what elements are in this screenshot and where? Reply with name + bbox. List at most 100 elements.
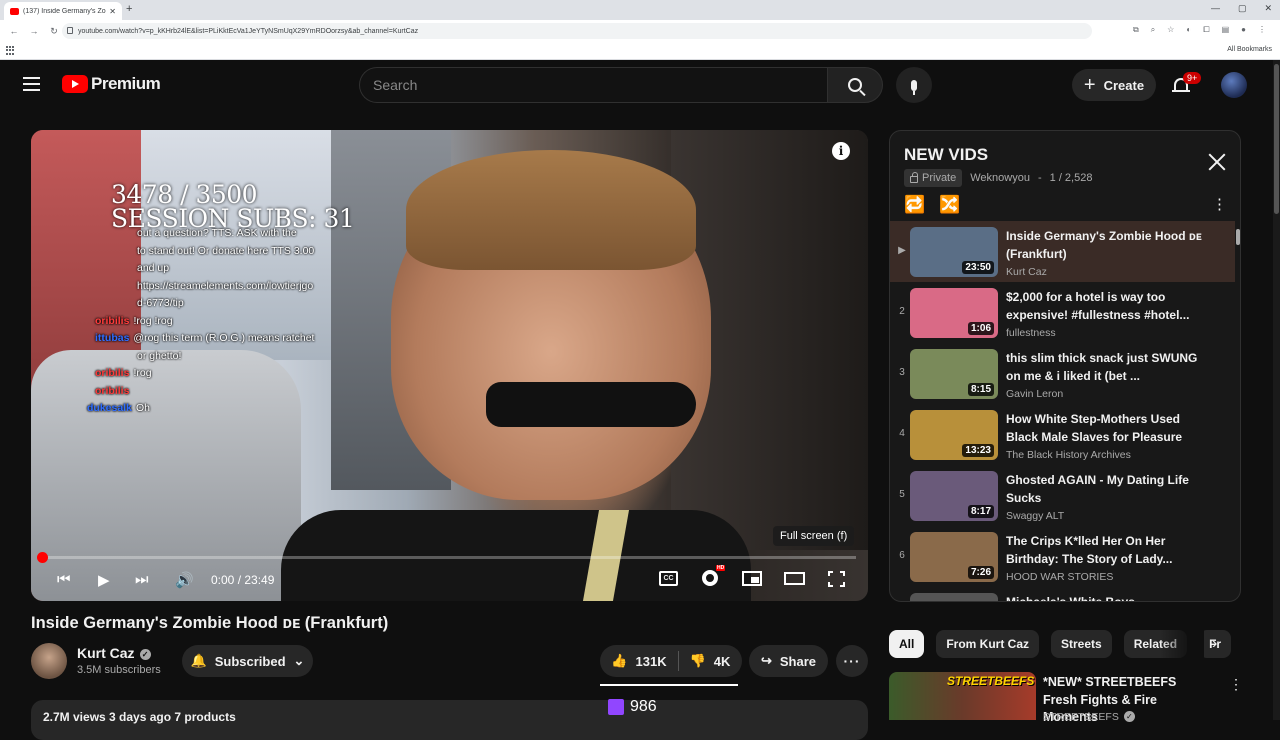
volume-icon[interactable]: 🔊 <box>175 571 194 589</box>
channel-name[interactable]: Kurt Caz ✓ <box>77 645 151 661</box>
playlist-scrollbar[interactable] <box>1235 223 1240 601</box>
bookmark-star-icon[interactable]: ☆ <box>1167 25 1174 35</box>
next-icon[interactable]: ⏭ <box>135 571 149 588</box>
url-field[interactable]: youtube.com/watch?v=p_kKHrb24lE&list=PLi… <box>62 23 1092 39</box>
close-tab-icon[interactable]: ✕ <box>109 7 116 16</box>
progress-scrubber[interactable] <box>37 552 48 563</box>
previous-icon[interactable]: ⏮ <box>57 571 71 588</box>
install-icon[interactable]: ⧉ <box>1133 25 1139 35</box>
playlist-item[interactable]: 4 13:23 How White Step-Mothers Used Black … <box>890 404 1235 465</box>
recommended-channel[interactable]: STREETBEEFS ✓ <box>1043 711 1135 723</box>
twitch-viewer-count: 986 <box>630 698 657 715</box>
chip-streets[interactable]: Streets <box>1051 630 1112 658</box>
back-icon[interactable]: ← <box>8 26 20 36</box>
reload-icon[interactable]: ↻ <box>48 26 60 37</box>
video-title: Inside Germany's Zombie Hood ᴅᴇ (Frankfu… <box>31 614 389 632</box>
bookmarks-bar: All Bookmarks <box>0 42 1280 60</box>
playlist-item-thumbnail[interactable]: 8:15 <box>910 349 998 399</box>
playlist-item-title: Ghosted AGAIN - My Dating Life Sucks <box>1006 473 1189 505</box>
playlist-item-thumbnail[interactable]: 13:23 <box>910 410 998 460</box>
menu-hamburger-icon[interactable] <box>23 77 40 91</box>
playlist-item[interactable]: 2 1:06 $2,000 for a hotel is way too expen… <box>890 282 1235 343</box>
site-info-icon[interactable] <box>67 27 73 34</box>
search-input[interactable] <box>360 68 827 102</box>
playlist-title[interactable]: NEW VIDS <box>904 145 988 165</box>
playlist-item[interactable]: 5 8:17 Ghosted AGAIN - My Dating Life Suck… <box>890 465 1235 526</box>
search-icon <box>848 78 862 92</box>
info-icon[interactable]: i <box>832 142 850 160</box>
dislike-button[interactable]: 👎 4K <box>679 645 741 677</box>
share-button[interactable]: ↪ Share <box>749 645 828 677</box>
browser-tab[interactable]: (137) Inside Germany's Zombi ✕ <box>4 2 122 20</box>
more-actions-button[interactable]: ··· <box>836 645 868 677</box>
account-avatar[interactable] <box>1221 72 1247 98</box>
fullscreen-icon[interactable] <box>828 571 845 587</box>
recommended-thumbnail[interactable]: STREETBEEFS <box>889 672 1036 720</box>
verified-check-icon: ✓ <box>139 649 151 660</box>
puzzle-icon[interactable]: ⧠ <box>1203 25 1209 35</box>
like-ratio-bar <box>600 684 738 686</box>
miniplayer-icon[interactable] <box>742 571 762 586</box>
settings-gear-icon[interactable] <box>702 570 718 586</box>
url-text: youtube.com/watch?v=p_kKHrb24lE&list=PLi… <box>78 27 419 35</box>
like-button[interactable]: 👍 131K <box>600 645 678 677</box>
sidepanel-icon[interactable]: ▤ <box>1222 25 1230 35</box>
channel-avatar[interactable] <box>31 643 67 679</box>
maximize-icon[interactable]: ▢ <box>1238 3 1247 14</box>
shuffle-icon[interactable]: 🔀 <box>939 195 960 215</box>
youtube-premium-logo[interactable]: Premium <box>62 74 161 94</box>
browser-tab-title: (137) Inside Germany's Zombi <box>23 7 106 15</box>
playlist-item-title: this slim thick snack just SWUNG on me &… <box>1006 351 1198 383</box>
apps-grid-icon[interactable] <box>6 46 15 55</box>
extension-icon[interactable]: ◐ <box>1186 25 1191 35</box>
voice-search-button[interactable] <box>896 67 932 103</box>
chip-all[interactable]: All <box>889 630 925 658</box>
playlist-item[interactable]: Michaela's White Boys <box>890 587 1235 601</box>
progress-bar[interactable] <box>43 556 856 559</box>
playlist-item-channel: Kurt Caz <box>1006 266 1047 278</box>
playlist-item-title: The Crips K*lled Her On Her Birthday: Th… <box>1006 534 1173 566</box>
plus-icon: + <box>1083 74 1096 96</box>
playlist-item-thumbnail[interactable]: 8:17 <box>910 471 998 521</box>
minimize-icon[interactable]: — <box>1211 3 1220 14</box>
playlist-item[interactable]: 6 7:26 The Crips K*lled Her On Her Birthda… <box>890 526 1235 587</box>
create-button[interactable]: + Create <box>1072 69 1156 101</box>
stream-sub-counter: 3478 / 3500 SESSION SUBS: 31 <box>111 182 355 231</box>
subscribed-button[interactable]: 🔔 Subscribed ⌄ <box>182 645 313 677</box>
zoom-icon[interactable]: ⌕ <box>1151 25 1155 35</box>
description-box[interactable]: 2.7M views 3 days ago 7 products <box>31 700 868 740</box>
subscribed-label: Subscribed <box>214 653 286 669</box>
playlist-item[interactable]: ▶ 23:50 Inside Germany's Zombie Hood ᴅᴇ (F… <box>890 221 1235 282</box>
close-window-icon[interactable]: ✕ <box>1264 3 1272 14</box>
playlist-tools: 🔁 🔀 <box>904 195 960 215</box>
playlist-item-thumbnail[interactable]: 1:06 <box>910 288 998 338</box>
recommended-more-icon[interactable]: ⋮ <box>1229 676 1243 693</box>
share-arrow-icon: ↪ <box>760 653 772 668</box>
page-scrollbar[interactable] <box>1273 60 1280 720</box>
new-tab-button[interactable]: + <box>126 3 132 15</box>
chip-from-channel[interactable]: From Kurt Caz <box>936 630 1040 658</box>
play-icon[interactable]: ▶ <box>98 571 110 589</box>
hd-badge: HD <box>716 565 726 571</box>
menu-icon[interactable]: ⋮ <box>1258 25 1266 35</box>
forward-icon[interactable]: → <box>28 26 40 36</box>
all-bookmarks[interactable]: All Bookmarks <box>1227 46 1272 53</box>
captions-icon[interactable]: CC <box>659 571 678 586</box>
playlist-item-thumbnail[interactable] <box>910 593 998 601</box>
playlist-scroll-thumb[interactable] <box>1236 229 1240 245</box>
playlist-item[interactable]: 3 8:15 this slim thick snack just SWUNG on… <box>890 343 1235 404</box>
playlist-owner[interactable]: Weknowyou <box>970 172 1030 184</box>
chat-username: oribilis <box>95 384 130 397</box>
loop-icon[interactable]: 🔁 <box>904 195 925 215</box>
search-button[interactable] <box>827 67 883 103</box>
playlist-more-icon[interactable]: ⋮ <box>1212 195 1227 213</box>
playlist-item-thumbnail[interactable]: 23:50 <box>910 227 998 277</box>
theater-mode-icon[interactable] <box>784 572 805 585</box>
close-icon[interactable] <box>1208 153 1226 171</box>
playlist-item-thumbnail[interactable]: 7:26 <box>910 532 998 582</box>
video-player[interactable]: 3478 / 3500 SESSION SUBS: 31 out a quest… <box>31 130 868 601</box>
verified-check-icon: ✓ <box>1123 711 1135 722</box>
chevron-right-icon[interactable]: › <box>1212 635 1217 653</box>
profile-icon[interactable]: ● <box>1241 25 1246 35</box>
page-scroll-thumb[interactable] <box>1274 64 1279 214</box>
